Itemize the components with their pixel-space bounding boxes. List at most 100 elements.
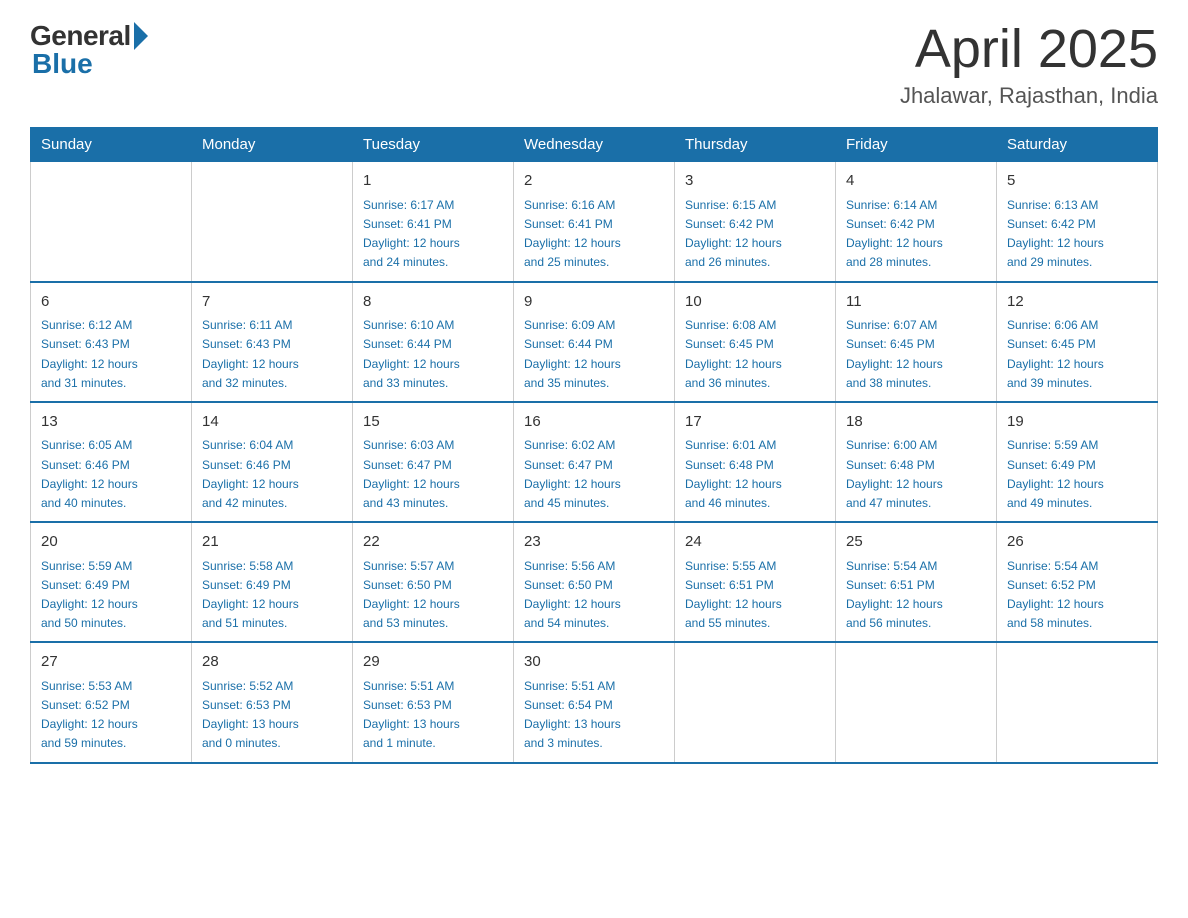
calendar-week-row: 6Sunrise: 6:12 AMSunset: 6:43 PMDaylight… [31, 282, 1158, 402]
day-info: Sunrise: 6:02 AMSunset: 6:47 PMDaylight:… [524, 436, 664, 513]
day-of-week-header: Thursday [675, 128, 836, 162]
day-info: Sunrise: 5:57 AMSunset: 6:50 PMDaylight:… [363, 557, 503, 634]
day-info: Sunrise: 6:15 AMSunset: 6:42 PMDaylight:… [685, 196, 825, 273]
day-number: 25 [846, 531, 986, 554]
calendar-header: SundayMondayTuesdayWednesdayThursdayFrid… [31, 128, 1158, 162]
day-info: Sunrise: 6:10 AMSunset: 6:44 PMDaylight:… [363, 316, 503, 393]
logo-text-blue: Blue [32, 48, 148, 80]
calendar-cell: 10Sunrise: 6:08 AMSunset: 6:45 PMDayligh… [675, 282, 836, 402]
calendar-table: SundayMondayTuesdayWednesdayThursdayFrid… [30, 127, 1158, 763]
day-info: Sunrise: 6:17 AMSunset: 6:41 PMDaylight:… [363, 196, 503, 273]
day-info: Sunrise: 6:05 AMSunset: 6:46 PMDaylight:… [41, 436, 181, 513]
calendar-cell [997, 642, 1158, 762]
calendar-cell: 26Sunrise: 5:54 AMSunset: 6:52 PMDayligh… [997, 522, 1158, 642]
day-info: Sunrise: 6:04 AMSunset: 6:46 PMDaylight:… [202, 436, 342, 513]
day-info: Sunrise: 6:01 AMSunset: 6:48 PMDaylight:… [685, 436, 825, 513]
day-number: 29 [363, 651, 503, 674]
calendar-cell: 8Sunrise: 6:10 AMSunset: 6:44 PMDaylight… [353, 282, 514, 402]
day-number: 28 [202, 651, 342, 674]
calendar-cell [31, 162, 192, 282]
calendar-cell: 11Sunrise: 6:07 AMSunset: 6:45 PMDayligh… [836, 282, 997, 402]
calendar-cell: 16Sunrise: 6:02 AMSunset: 6:47 PMDayligh… [514, 402, 675, 522]
calendar-body: 1Sunrise: 6:17 AMSunset: 6:41 PMDaylight… [31, 162, 1158, 763]
day-number: 5 [1007, 170, 1147, 193]
day-number: 17 [685, 411, 825, 434]
day-info: Sunrise: 6:07 AMSunset: 6:45 PMDaylight:… [846, 316, 986, 393]
day-info: Sunrise: 5:54 AMSunset: 6:51 PMDaylight:… [846, 557, 986, 634]
day-number: 2 [524, 170, 664, 193]
page-header: General Blue April 2025 Jhalawar, Rajast… [30, 20, 1158, 109]
calendar-cell: 12Sunrise: 6:06 AMSunset: 6:45 PMDayligh… [997, 282, 1158, 402]
day-info: Sunrise: 5:59 AMSunset: 6:49 PMDaylight:… [1007, 436, 1147, 513]
day-number: 27 [41, 651, 181, 674]
calendar-cell: 14Sunrise: 6:04 AMSunset: 6:46 PMDayligh… [192, 402, 353, 522]
calendar-cell: 1Sunrise: 6:17 AMSunset: 6:41 PMDaylight… [353, 162, 514, 282]
calendar-cell [675, 642, 836, 762]
day-info: Sunrise: 5:51 AMSunset: 6:53 PMDaylight:… [363, 677, 503, 754]
calendar-week-row: 20Sunrise: 5:59 AMSunset: 6:49 PMDayligh… [31, 522, 1158, 642]
calendar-cell: 17Sunrise: 6:01 AMSunset: 6:48 PMDayligh… [675, 402, 836, 522]
day-number: 12 [1007, 291, 1147, 314]
day-info: Sunrise: 5:51 AMSunset: 6:54 PMDaylight:… [524, 677, 664, 754]
day-number: 14 [202, 411, 342, 434]
days-of-week-row: SundayMondayTuesdayWednesdayThursdayFrid… [31, 128, 1158, 162]
day-number: 8 [363, 291, 503, 314]
day-info: Sunrise: 5:52 AMSunset: 6:53 PMDaylight:… [202, 677, 342, 754]
day-number: 18 [846, 411, 986, 434]
day-number: 13 [41, 411, 181, 434]
calendar-cell: 29 Sunrise: 5:51 AMSunset: 6:53 PMDayligh… [353, 642, 514, 762]
logo-arrow-icon [134, 22, 148, 50]
day-of-week-header: Tuesday [353, 128, 514, 162]
calendar-cell: 18Sunrise: 6:00 AMSunset: 6:48 PMDayligh… [836, 402, 997, 522]
day-of-week-header: Monday [192, 128, 353, 162]
day-info: Sunrise: 5:59 AMSunset: 6:49 PMDaylight:… [41, 557, 181, 634]
day-of-week-header: Wednesday [514, 128, 675, 162]
day-of-week-header: Friday [836, 128, 997, 162]
calendar-cell: 5 Sunrise: 6:13 AMSunset: 6:42 PMDaylight… [997, 162, 1158, 282]
day-info: Sunrise: 6:11 AMSunset: 6:43 PMDaylight:… [202, 316, 342, 393]
calendar-week-row: 1Sunrise: 6:17 AMSunset: 6:41 PMDaylight… [31, 162, 1158, 282]
day-number: 21 [202, 531, 342, 554]
calendar-cell: 27 Sunrise: 5:53 AMSunset: 6:52 PMDayligh… [31, 642, 192, 762]
day-info: Sunrise: 6:13 AMSunset: 6:42 PMDaylight:… [1007, 196, 1147, 273]
day-number: 9 [524, 291, 664, 314]
calendar-cell: 25 Sunrise: 5:54 AMSunset: 6:51 PMDayligh… [836, 522, 997, 642]
calendar-cell: 9Sunrise: 6:09 AMSunset: 6:44 PMDaylight… [514, 282, 675, 402]
day-info: Sunrise: 5:56 AMSunset: 6:50 PMDaylight:… [524, 557, 664, 634]
calendar-cell [836, 642, 997, 762]
day-info: Sunrise: 6:03 AMSunset: 6:47 PMDaylight:… [363, 436, 503, 513]
calendar-cell: 24Sunrise: 5:55 AMSunset: 6:51 PMDayligh… [675, 522, 836, 642]
calendar-cell: 13Sunrise: 6:05 AMSunset: 6:46 PMDayligh… [31, 402, 192, 522]
calendar-cell: 6Sunrise: 6:12 AMSunset: 6:43 PMDaylight… [31, 282, 192, 402]
calendar-cell: 15Sunrise: 6:03 AMSunset: 6:47 PMDayligh… [353, 402, 514, 522]
calendar-week-row: 27 Sunrise: 5:53 AMSunset: 6:52 PMDayligh… [31, 642, 1158, 762]
day-number: 4 [846, 170, 986, 193]
day-info: Sunrise: 5:53 AMSunset: 6:52 PMDaylight:… [41, 677, 181, 754]
day-number: 16 [524, 411, 664, 434]
day-number: 3 [685, 170, 825, 193]
day-info: Sunrise: 6:08 AMSunset: 6:45 PMDaylight:… [685, 316, 825, 393]
day-info: Sunrise: 6:14 AMSunset: 6:42 PMDaylight:… [846, 196, 986, 273]
calendar-cell: 4 Sunrise: 6:14 AMSunset: 6:42 PMDaylight… [836, 162, 997, 282]
calendar-cell: 28 Sunrise: 5:52 AMSunset: 6:53 PMDayligh… [192, 642, 353, 762]
calendar-cell: 2 Sunrise: 6:16 AMSunset: 6:41 PMDaylight… [514, 162, 675, 282]
day-number: 23 [524, 531, 664, 554]
calendar-title: April 2025 [900, 20, 1158, 79]
day-info: Sunrise: 5:55 AMSunset: 6:51 PMDaylight:… [685, 557, 825, 634]
day-info: Sunrise: 5:54 AMSunset: 6:52 PMDaylight:… [1007, 557, 1147, 634]
calendar-cell: 23 Sunrise: 5:56 AMSunset: 6:50 PMDayligh… [514, 522, 675, 642]
day-info: Sunrise: 6:09 AMSunset: 6:44 PMDaylight:… [524, 316, 664, 393]
calendar-cell: 20Sunrise: 5:59 AMSunset: 6:49 PMDayligh… [31, 522, 192, 642]
day-info: Sunrise: 6:16 AMSunset: 6:41 PMDaylight:… [524, 196, 664, 273]
day-number: 11 [846, 291, 986, 314]
day-number: 19 [1007, 411, 1147, 434]
calendar-cell: 3 Sunrise: 6:15 AMSunset: 6:42 PMDaylight… [675, 162, 836, 282]
calendar-cell: 7Sunrise: 6:11 AMSunset: 6:43 PMDaylight… [192, 282, 353, 402]
day-number: 6 [41, 291, 181, 314]
day-number: 10 [685, 291, 825, 314]
calendar-cell: 19Sunrise: 5:59 AMSunset: 6:49 PMDayligh… [997, 402, 1158, 522]
calendar-cell: 22Sunrise: 5:57 AMSunset: 6:50 PMDayligh… [353, 522, 514, 642]
day-number: 30 [524, 651, 664, 674]
day-info: Sunrise: 6:06 AMSunset: 6:45 PMDaylight:… [1007, 316, 1147, 393]
logo: General Blue [30, 20, 148, 80]
